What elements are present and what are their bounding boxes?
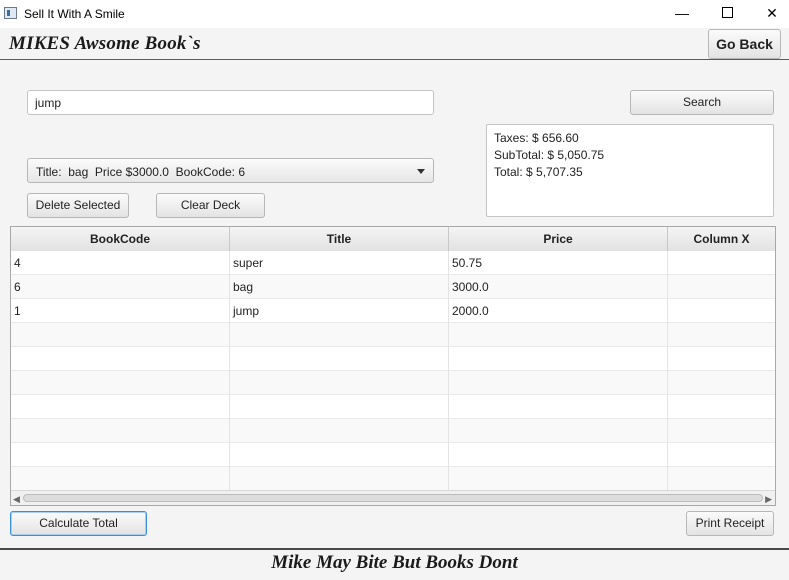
- empty-table-row: [11, 347, 775, 371]
- totals-text-area[interactable]: Taxes: $ 656.60 SubTotal: $ 5,050.75 Tot…: [486, 124, 774, 217]
- table-row[interactable]: 4 super 50.75: [11, 251, 775, 275]
- chevron-down-icon: [417, 169, 425, 174]
- subtotal-line: SubTotal: $ 5,050.75: [494, 148, 605, 162]
- maximize-icon[interactable]: [704, 0, 750, 28]
- search-input[interactable]: [27, 90, 434, 115]
- empty-table-row: [11, 467, 775, 491]
- books-table[interactable]: BookCode Title Price Column X 4 super 50…: [10, 226, 776, 506]
- cell-bookcode: 4: [11, 251, 230, 275]
- cell-bookcode: 6: [11, 275, 230, 299]
- table-row[interactable]: 1 jump 2000.0: [11, 299, 775, 323]
- empty-table-row: [11, 323, 775, 347]
- app-header: MIKES Awsome Book`s: [0, 28, 789, 60]
- minimize-icon[interactable]: —: [659, 0, 705, 28]
- close-icon[interactable]: ✕: [749, 0, 789, 28]
- taxes-line: Taxes: $ 656.60: [494, 131, 579, 145]
- scrollbar-thumb[interactable]: [23, 494, 763, 502]
- clear-deck-button[interactable]: Clear Deck: [156, 193, 265, 218]
- horizontal-scrollbar[interactable]: ◀ ▶: [11, 490, 775, 505]
- cell-price: 3000.0: [449, 275, 668, 299]
- delete-selected-button[interactable]: Delete Selected: [27, 193, 129, 218]
- cell-column-x: [668, 299, 775, 323]
- footer-tagline: Mike May Bite But Books Dont: [271, 552, 518, 573]
- cell-column-x: [668, 275, 775, 299]
- empty-table-row: [11, 395, 775, 419]
- search-button[interactable]: Search: [630, 90, 774, 115]
- cell-price: 50.75: [449, 251, 668, 275]
- window-title-bar: Sell It With A Smile — ✕: [0, 0, 789, 28]
- window-title: Sell It With A Smile: [24, 7, 125, 21]
- table-header: BookCode Title Price Column X: [11, 227, 775, 252]
- arrow-right-icon[interactable]: ▶: [765, 494, 772, 505]
- cell-bookcode: 1: [11, 299, 230, 323]
- cell-title: bag: [230, 275, 449, 299]
- cell-price: 2000.0: [449, 299, 668, 323]
- selected-book-value: Title: bag Price $3000.0 BookCode: 6: [36, 165, 246, 179]
- empty-table-row: [11, 443, 775, 467]
- table-row[interactable]: 6 bag 3000.0: [11, 275, 775, 299]
- book-select-dropdown[interactable]: Title: bag Price $3000.0 BookCode: 6: [27, 158, 434, 183]
- arrow-left-icon[interactable]: ◀: [13, 494, 20, 505]
- empty-table-row: [11, 371, 775, 395]
- total-line: Total: $ 5,707.35: [494, 165, 583, 179]
- go-back-button[interactable]: Go Back: [708, 29, 781, 59]
- cell-title: jump: [230, 299, 449, 323]
- calculate-total-button[interactable]: Calculate Total: [10, 511, 147, 536]
- column-header-bookcode[interactable]: BookCode: [11, 227, 230, 251]
- column-header-title[interactable]: Title: [230, 227, 449, 251]
- app-window-icon: [4, 7, 17, 19]
- cell-title: super: [230, 251, 449, 275]
- column-header-price[interactable]: Price: [449, 227, 668, 251]
- brand-title: MIKES Awsome Book`s: [9, 33, 201, 54]
- column-header-x[interactable]: Column X: [668, 227, 775, 251]
- cell-column-x: [668, 251, 775, 275]
- empty-table-row: [11, 419, 775, 443]
- footer-divider: [0, 548, 789, 550]
- print-receipt-button[interactable]: Print Receipt: [686, 511, 774, 536]
